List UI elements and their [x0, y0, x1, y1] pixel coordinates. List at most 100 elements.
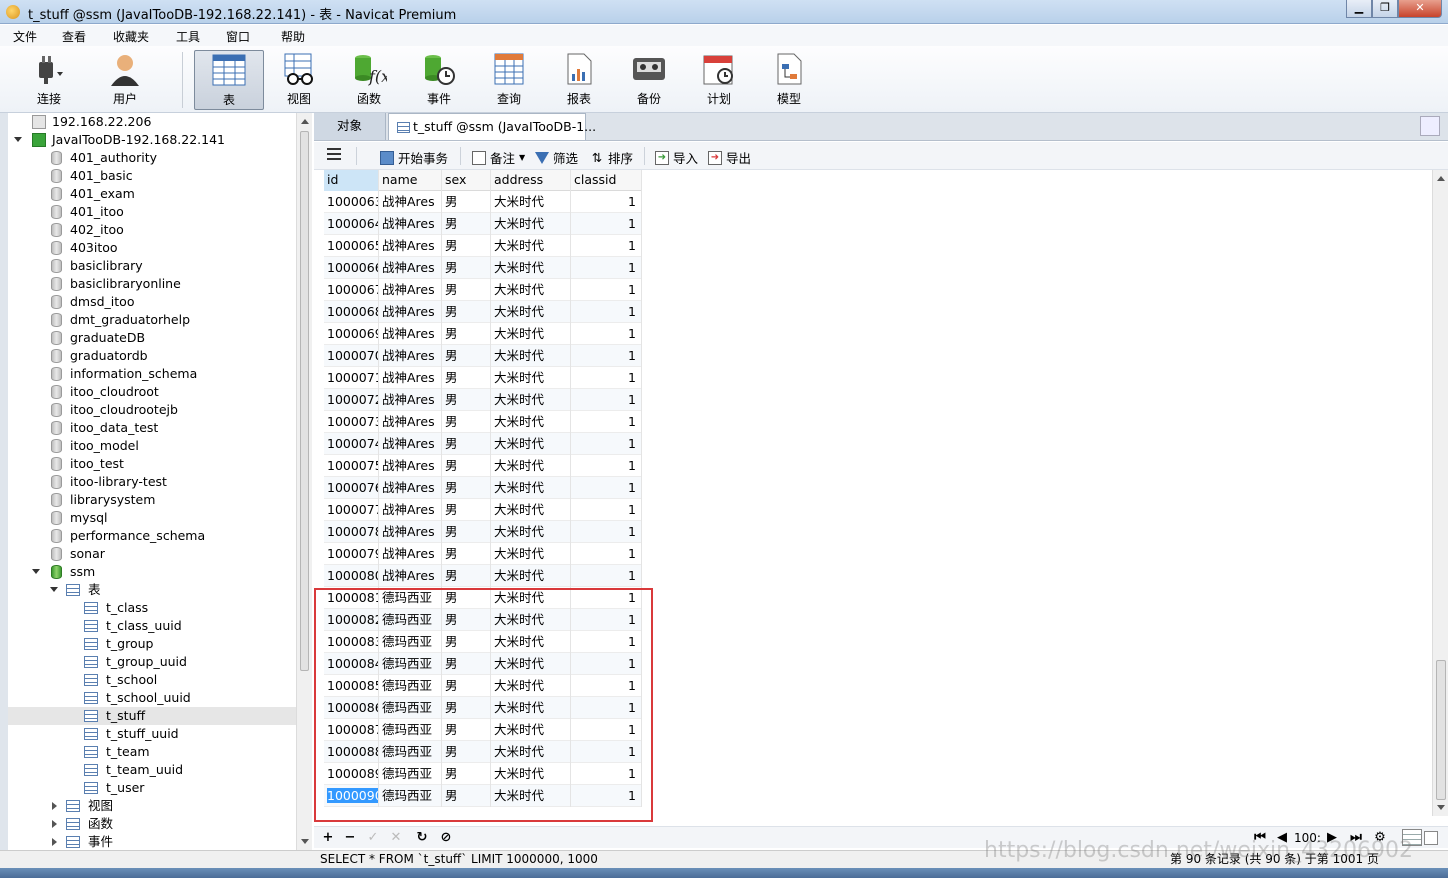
cell-address[interactable]: 大米时代	[491, 499, 571, 521]
cell-classid[interactable]: 1	[571, 213, 642, 235]
cell-classid[interactable]: 1	[571, 587, 642, 609]
cell-id[interactable]: 1000085	[324, 675, 379, 697]
tree-database[interactable]: information_schema	[8, 365, 296, 383]
cell-id[interactable]: 1000069	[324, 323, 379, 345]
cell-sex[interactable]: 男	[442, 257, 491, 279]
cell-id[interactable]: 1000064	[324, 213, 379, 235]
tree-table[interactable]: t_stuff	[8, 707, 296, 725]
table-button[interactable]: 表	[194, 50, 264, 110]
export-button[interactable]: ➜ 导出	[708, 148, 751, 167]
scroll-up-arrow-icon[interactable]	[1437, 176, 1445, 181]
cell-name[interactable]: 战神Ares	[379, 345, 442, 367]
column-header-name[interactable]: name	[379, 170, 442, 191]
cell-name[interactable]: 战神Ares	[379, 301, 442, 323]
table-row[interactable]: 1000081 德玛西亚男大米时代 1	[324, 587, 642, 609]
delete-record-button[interactable]: −	[342, 830, 358, 845]
tree-scrollbar[interactable]	[296, 113, 312, 850]
sort-button[interactable]: ⇅ 排序	[590, 148, 633, 167]
cell-classid[interactable]: 1	[571, 411, 642, 433]
cell-name[interactable]: 德玛西亚	[379, 763, 442, 785]
table-row[interactable]: 1000066 战神Ares 男大米时代 1	[324, 257, 642, 279]
cell-address[interactable]: 大米时代	[491, 675, 571, 697]
filter-button[interactable]: 筛选	[535, 148, 578, 167]
scroll-up-arrow-icon[interactable]	[301, 119, 309, 124]
stop-icon[interactable]: ⊘	[438, 830, 454, 845]
cell-classid[interactable]: 1	[571, 345, 642, 367]
cell-classid[interactable]: 1	[571, 543, 642, 565]
table-row[interactable]: 1000065 战神Ares 男大米时代 1	[324, 235, 642, 257]
cell-address[interactable]: 大米时代	[491, 697, 571, 719]
cell-address[interactable]: 大米时代	[491, 279, 571, 301]
cell-address[interactable]: 大米时代	[491, 345, 571, 367]
cell-classid[interactable]: 1	[571, 235, 642, 257]
table-row[interactable]: 1000071 战神Ares 男大米时代 1	[324, 367, 642, 389]
cell-address[interactable]: 大米时代	[491, 609, 571, 631]
cell-sex[interactable]: 男	[442, 741, 491, 763]
table-row[interactable]: 1000069 战神Ares 男大米时代 1	[324, 323, 642, 345]
cell-sex[interactable]: 男	[442, 235, 491, 257]
collapsed-arrow-icon[interactable]	[52, 820, 57, 828]
cell-name[interactable]: 德玛西亚	[379, 741, 442, 763]
cell-id[interactable]: 1000079	[324, 543, 379, 565]
cell-address[interactable]: 大米时代	[491, 587, 571, 609]
cell-sex[interactable]: 男	[442, 477, 491, 499]
cell-name[interactable]: 战神Ares	[379, 235, 442, 257]
gear-icon[interactable]: ⚙	[1372, 830, 1388, 845]
table-row[interactable]: 1000067 战神Ares 男大米时代 1	[324, 279, 642, 301]
grid-view-icon[interactable]	[1402, 829, 1422, 846]
cell-classid[interactable]: 1	[571, 785, 642, 807]
model-button[interactable]: 模型	[758, 50, 820, 110]
menu-favorites[interactable]: 收藏夹	[113, 28, 149, 45]
tree-scroll-thumb[interactable]	[300, 131, 309, 671]
cell-sex[interactable]: 男	[442, 367, 491, 389]
tab-objects[interactable]: 对象	[314, 113, 386, 140]
cell-address[interactable]: 大米时代	[491, 653, 571, 675]
table-row[interactable]: 1000086 德玛西亚男大米时代 1	[324, 697, 642, 719]
function-button[interactable]: f(x) 函数	[338, 50, 400, 110]
tree-database[interactable]: 401_authority	[8, 149, 296, 167]
cell-address[interactable]: 大米时代	[491, 785, 571, 807]
cell-name[interactable]: 战神Ares	[379, 433, 442, 455]
cell-id[interactable]: 1000087	[324, 719, 379, 741]
tree-table[interactable]: t_team_uuid	[8, 761, 296, 779]
view-button[interactable]: 视图	[268, 50, 330, 110]
cell-address[interactable]: 大米时代	[491, 235, 571, 257]
tree-database[interactable]: itoo-library-test	[8, 473, 296, 491]
tree-database[interactable]: basiclibraryonline	[8, 275, 296, 293]
cell-address[interactable]: 大米时代	[491, 389, 571, 411]
cell-address[interactable]: 大米时代	[491, 477, 571, 499]
tree-folder-tables[interactable]: 表	[8, 581, 296, 599]
cell-sex[interactable]: 男	[442, 631, 491, 653]
tree-table[interactable]: t_user	[8, 779, 296, 797]
cell-name[interactable]: 战神Ares	[379, 565, 442, 587]
cell-sex[interactable]: 男	[442, 455, 491, 477]
column-header-id[interactable]: id	[324, 170, 379, 191]
table-row[interactable]: 1000068 战神Ares 男大米时代 1	[324, 301, 642, 323]
cell-address[interactable]: 大米时代	[491, 257, 571, 279]
cell-classid[interactable]: 1	[571, 257, 642, 279]
menu-help[interactable]: 帮助	[281, 28, 305, 45]
cell-name[interactable]: 德玛西亚	[379, 653, 442, 675]
cell-sex[interactable]: 男	[442, 499, 491, 521]
cell-sex[interactable]: 男	[442, 609, 491, 631]
import-button[interactable]: ➜ 导入	[655, 148, 698, 167]
cell-classid[interactable]: 1	[571, 389, 642, 411]
cell-id[interactable]: 1000068	[324, 301, 379, 323]
tree-database[interactable]: itoo_model	[8, 437, 296, 455]
cell-classid[interactable]: 1	[571, 763, 642, 785]
table-row[interactable]: 1000085 德玛西亚男大米时代 1	[324, 675, 642, 697]
cell-address[interactable]: 大米时代	[491, 719, 571, 741]
tree-folder[interactable]: 事件	[8, 833, 296, 850]
table-row[interactable]: 1000070 战神Ares 男大米时代 1	[324, 345, 642, 367]
cell-classid[interactable]: 1	[571, 565, 642, 587]
cell-name[interactable]: 战神Ares	[379, 521, 442, 543]
cell-sex[interactable]: 男	[442, 675, 491, 697]
cell-sex[interactable]: 男	[442, 323, 491, 345]
expanded-arrow-icon[interactable]	[14, 137, 22, 142]
cell-sex[interactable]: 男	[442, 587, 491, 609]
table-row[interactable]: 1000077 战神Ares 男大米时代 1	[324, 499, 642, 521]
user-button[interactable]: 用户	[94, 50, 156, 110]
column-header-sex[interactable]: sex	[442, 170, 491, 191]
cell-id[interactable]: 1000089	[324, 763, 379, 785]
tree-database[interactable]: librarysystem	[8, 491, 296, 509]
